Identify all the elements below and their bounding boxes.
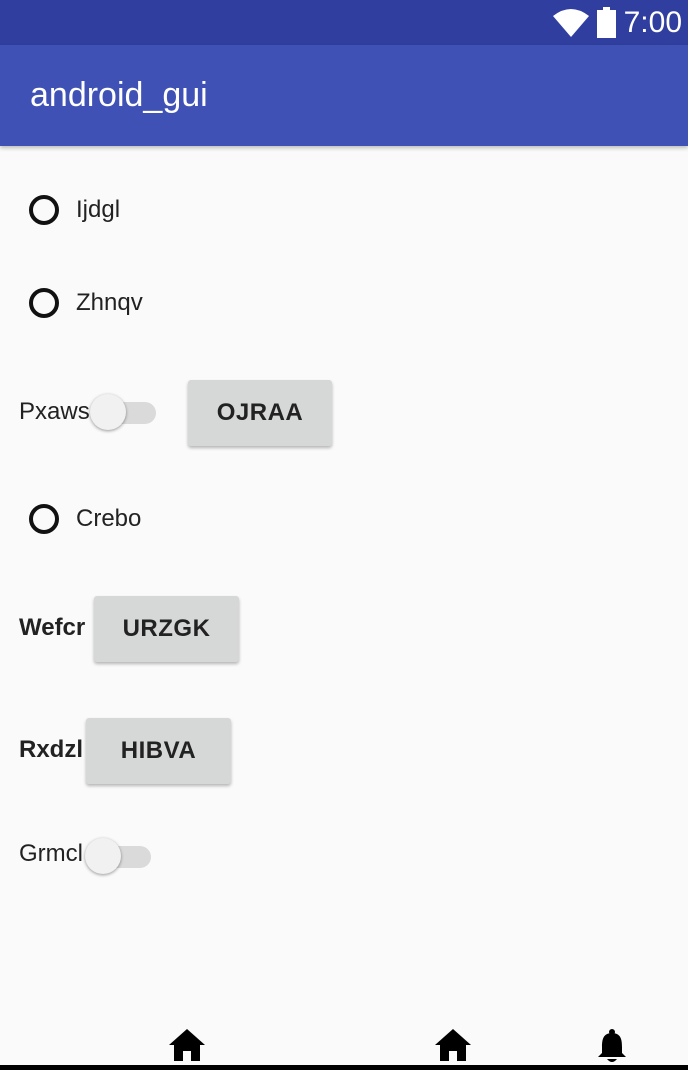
home-icon[interactable] (434, 1028, 472, 1064)
label-wefcr: Wefcr (19, 614, 86, 641)
home-icon[interactable] (168, 1028, 206, 1064)
app-bar: android_gui (0, 45, 688, 146)
switch-thumb (90, 394, 126, 430)
switch-pxaws[interactable] (90, 390, 158, 430)
battery-icon (597, 7, 616, 38)
status-time: 7:00 (623, 6, 682, 39)
app-title: android_gui (30, 76, 208, 114)
hibva-button[interactable]: HIBVA (86, 718, 231, 784)
bell-icon[interactable] (593, 1028, 631, 1064)
urzgk-button[interactable]: URZGK (94, 596, 239, 662)
status-bar: 7:00 (0, 0, 688, 45)
wifi-icon (553, 9, 589, 37)
nav-divider (0, 1065, 688, 1070)
radio-circle (29, 504, 59, 534)
radio-label: Crebo (76, 505, 142, 532)
switch-thumb (85, 838, 121, 874)
switch-label-pxaws: Pxaws (19, 398, 90, 425)
switch-grmcl[interactable] (85, 834, 153, 874)
radio-label: Zhnqv (76, 289, 143, 316)
switch-label-grmcl: Grmcl (19, 840, 83, 867)
label-rxdzl: Rxdzl (19, 736, 84, 763)
ojraa-button[interactable]: OJRAA (188, 380, 332, 446)
radio-circle (29, 288, 59, 318)
radio-circle (29, 195, 59, 225)
bottom-nav (0, 1018, 688, 1070)
radio-label: Ijdgl (76, 196, 121, 223)
